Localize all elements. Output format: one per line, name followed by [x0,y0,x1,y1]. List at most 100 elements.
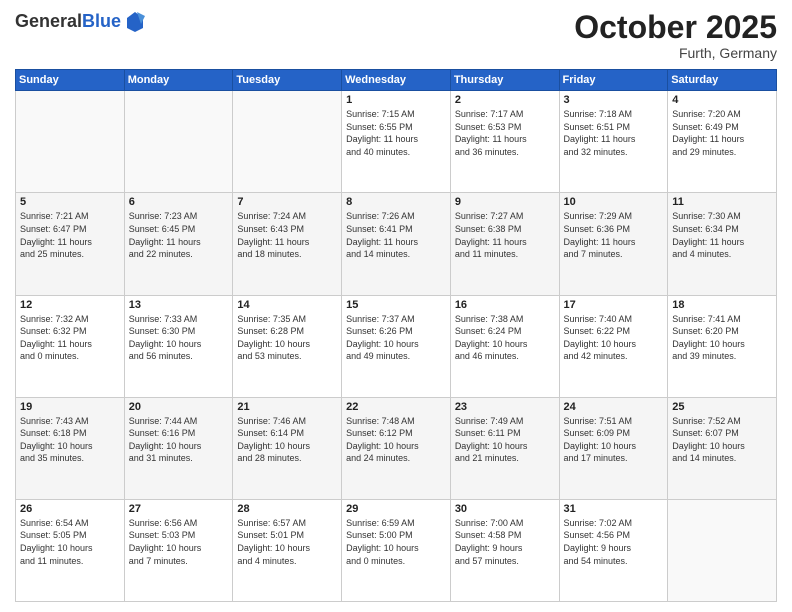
logo-blue-text: Blue [82,11,121,31]
day-number: 20 [129,401,229,413]
cell-content: Sunrise: 7:23 AM Sunset: 6:45 PM Dayligh… [129,210,229,260]
weekday-header-monday: Monday [124,70,233,91]
cell-content: Sunrise: 7:33 AM Sunset: 6:30 PM Dayligh… [129,313,229,363]
calendar-cell: 4 Sunrise: 7:20 AM Sunset: 6:49 PM Daylig… [668,91,777,193]
cell-content: Sunrise: 7:49 AM Sunset: 6:11 PM Dayligh… [455,415,555,465]
cell-content: Sunrise: 7:18 AM Sunset: 6:51 PM Dayligh… [564,108,664,158]
cell-content: Sunrise: 7:15 AM Sunset: 6:55 PM Dayligh… [346,108,446,158]
logo-general-text: General [15,11,82,31]
day-number: 24 [564,401,664,413]
cell-content: Sunrise: 6:57 AM Sunset: 5:01 PM Dayligh… [237,517,337,567]
day-number: 28 [237,503,337,515]
day-number: 18 [672,299,772,311]
cell-content: Sunrise: 7:24 AM Sunset: 6:43 PM Dayligh… [237,210,337,260]
weekday-header-thursday: Thursday [450,70,559,91]
calendar-cell: 14 Sunrise: 7:35 AM Sunset: 6:28 PM Dayli… [233,295,342,397]
day-number: 9 [455,196,555,208]
cell-content: Sunrise: 7:00 AM Sunset: 4:58 PM Dayligh… [455,517,555,567]
calendar-cell: 25Sunrise: 7:52 AM Sunset: 6:07 PM Dayli… [668,397,777,499]
cell-content: Sunrise: 7:30 AM Sunset: 6:34 PM Dayligh… [672,210,772,260]
day-number: 8 [346,196,446,208]
calendar-cell: 9 Sunrise: 7:27 AM Sunset: 6:38 PM Daylig… [450,193,559,295]
week-row-4: 19 Sunrise: 7:43 AM Sunset: 6:18 PM Dayli… [16,397,777,499]
day-number: 11 [672,196,772,208]
calendar-table: SundayMondayTuesdayWednesdayThursdayFrid… [15,69,777,602]
calendar-cell: 12Sunrise: 7:32 AM Sunset: 6:32 PM Dayli… [16,295,125,397]
cell-content: Sunrise: 7:17 AM Sunset: 6:53 PM Dayligh… [455,108,555,158]
month-title: October 2025 [574,10,777,45]
calendar-cell: 31 Sunrise: 7:02 AM Sunset: 4:56 PM Dayli… [559,499,668,601]
week-row-5: 26Sunrise: 6:54 AM Sunset: 5:05 PM Dayli… [16,499,777,601]
header: GeneralBlue October 2025 Furth, Germany [15,10,777,61]
day-number: 21 [237,401,337,413]
day-number: 31 [564,503,664,515]
day-number: 17 [564,299,664,311]
cell-content: Sunrise: 7:43 AM Sunset: 6:18 PM Dayligh… [20,415,120,465]
calendar-cell [233,91,342,193]
cell-content: Sunrise: 6:59 AM Sunset: 5:00 PM Dayligh… [346,517,446,567]
calendar-cell: 6 Sunrise: 7:23 AM Sunset: 6:45 PM Daylig… [124,193,233,295]
calendar-cell: 19 Sunrise: 7:43 AM Sunset: 6:18 PM Dayli… [16,397,125,499]
calendar-page: GeneralBlue October 2025 Furth, Germany … [0,0,792,612]
calendar-cell: 22 Sunrise: 7:48 AM Sunset: 6:12 PM Dayli… [342,397,451,499]
cell-content: Sunrise: 7:35 AM Sunset: 6:28 PM Dayligh… [237,313,337,363]
cell-content: Sunrise: 7:29 AM Sunset: 6:36 PM Dayligh… [564,210,664,260]
cell-content: Sunrise: 7:52 AM Sunset: 6:07 PM Dayligh… [672,415,772,465]
cell-content: Sunrise: 7:27 AM Sunset: 6:38 PM Dayligh… [455,210,555,260]
day-number: 13 [129,299,229,311]
logo: GeneralBlue [15,10,147,34]
day-number: 4 [672,94,772,106]
calendar-cell: 27 Sunrise: 6:56 AM Sunset: 5:03 PM Dayli… [124,499,233,601]
calendar-cell [16,91,125,193]
day-number: 27 [129,503,229,515]
week-row-1: 1 Sunrise: 7:15 AM Sunset: 6:55 PM Daylig… [16,91,777,193]
week-row-3: 12Sunrise: 7:32 AM Sunset: 6:32 PM Dayli… [16,295,777,397]
calendar-cell: 26Sunrise: 6:54 AM Sunset: 5:05 PM Dayli… [16,499,125,601]
day-number: 15 [346,299,446,311]
cell-content: Sunrise: 7:48 AM Sunset: 6:12 PM Dayligh… [346,415,446,465]
calendar-cell [124,91,233,193]
calendar-cell: 20 Sunrise: 7:44 AM Sunset: 6:16 PM Dayli… [124,397,233,499]
day-number: 19 [20,401,120,413]
calendar-cell: 1 Sunrise: 7:15 AM Sunset: 6:55 PM Daylig… [342,91,451,193]
cell-content: Sunrise: 7:02 AM Sunset: 4:56 PM Dayligh… [564,517,664,567]
day-number: 30 [455,503,555,515]
day-number: 16 [455,299,555,311]
day-number: 14 [237,299,337,311]
calendar-cell: 30 Sunrise: 7:00 AM Sunset: 4:58 PM Dayli… [450,499,559,601]
calendar-cell: 3Sunrise: 7:18 AM Sunset: 6:51 PM Daylig… [559,91,668,193]
day-number: 1 [346,94,446,106]
calendar-cell: 29 Sunrise: 6:59 AM Sunset: 5:00 PM Dayli… [342,499,451,601]
calendar-cell [668,499,777,601]
weekday-header-wednesday: Wednesday [342,70,451,91]
day-number: 26 [20,503,120,515]
cell-content: Sunrise: 7:46 AM Sunset: 6:14 PM Dayligh… [237,415,337,465]
calendar-cell: 5Sunrise: 7:21 AM Sunset: 6:47 PM Daylig… [16,193,125,295]
title-block: October 2025 Furth, Germany [574,10,777,61]
calendar-cell: 16Sunrise: 7:38 AM Sunset: 6:24 PM Dayli… [450,295,559,397]
week-row-2: 5Sunrise: 7:21 AM Sunset: 6:47 PM Daylig… [16,193,777,295]
weekday-header-saturday: Saturday [668,70,777,91]
day-number: 10 [564,196,664,208]
calendar-cell: 10 Sunrise: 7:29 AM Sunset: 6:36 PM Dayli… [559,193,668,295]
weekday-header-friday: Friday [559,70,668,91]
day-number: 6 [129,196,229,208]
cell-content: Sunrise: 7:26 AM Sunset: 6:41 PM Dayligh… [346,210,446,260]
day-number: 12 [20,299,120,311]
calendar-cell: 7 Sunrise: 7:24 AM Sunset: 6:43 PM Daylig… [233,193,342,295]
calendar-cell: 28 Sunrise: 6:57 AM Sunset: 5:01 PM Dayli… [233,499,342,601]
day-number: 23 [455,401,555,413]
calendar-cell: 15Sunrise: 7:37 AM Sunset: 6:26 PM Dayli… [342,295,451,397]
day-number: 7 [237,196,337,208]
cell-content: Sunrise: 7:44 AM Sunset: 6:16 PM Dayligh… [129,415,229,465]
calendar-cell: 17Sunrise: 7:40 AM Sunset: 6:22 PM Dayli… [559,295,668,397]
cell-content: Sunrise: 6:56 AM Sunset: 5:03 PM Dayligh… [129,517,229,567]
cell-content: Sunrise: 7:21 AM Sunset: 6:47 PM Dayligh… [20,210,120,260]
day-number: 22 [346,401,446,413]
day-number: 29 [346,503,446,515]
calendar-cell: 8 Sunrise: 7:26 AM Sunset: 6:41 PM Daylig… [342,193,451,295]
cell-content: Sunrise: 7:20 AM Sunset: 6:49 PM Dayligh… [672,108,772,158]
calendar-cell: 21 Sunrise: 7:46 AM Sunset: 6:14 PM Dayli… [233,397,342,499]
cell-content: Sunrise: 7:51 AM Sunset: 6:09 PM Dayligh… [564,415,664,465]
calendar-cell: 18Sunrise: 7:41 AM Sunset: 6:20 PM Dayli… [668,295,777,397]
